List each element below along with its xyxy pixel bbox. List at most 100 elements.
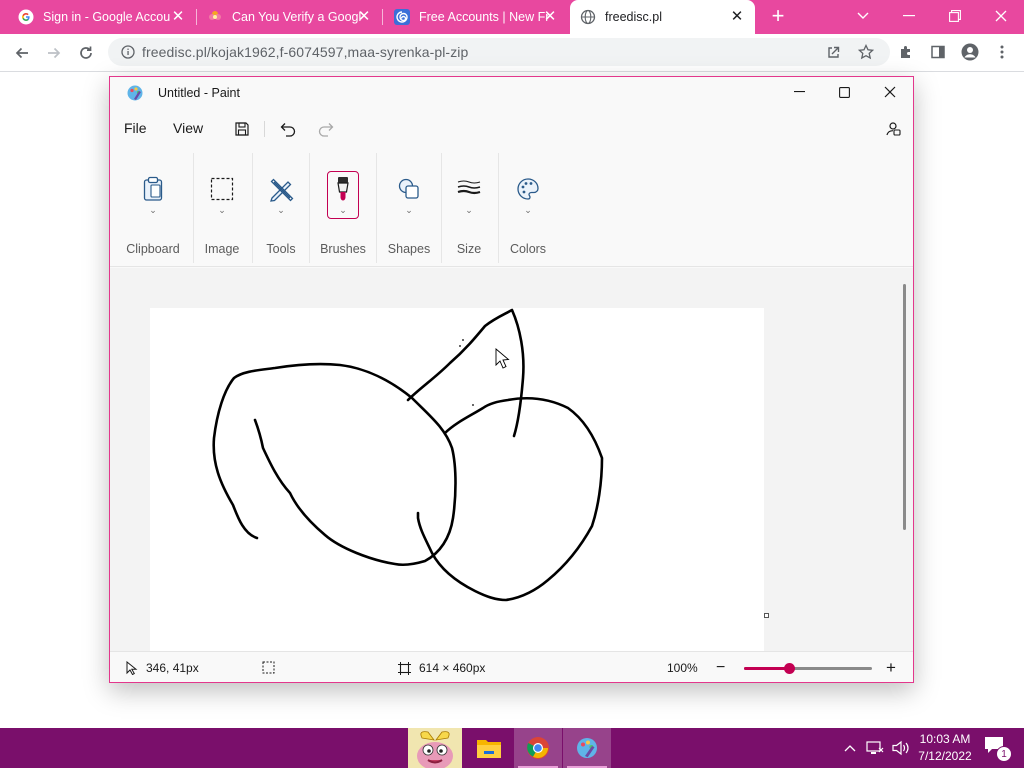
paint-ribbon: ⌄ Clipboard ⌄ Image ⌄ Tools ⌄ Brushes ⌄ … <box>110 149 913 267</box>
shapes-label: Shapes <box>387 242 431 256</box>
shapes-icon <box>393 173 425 205</box>
show-hidden-icons-chevron-icon[interactable] <box>844 728 856 768</box>
zoom-slider-thumb[interactable] <box>783 663 795 674</box>
minimize-icon[interactable] <box>776 77 822 107</box>
close-window-icon[interactable] <box>978 0 1024 32</box>
undo-icon[interactable] <box>277 119 297 139</box>
paint-app-icon <box>126 84 144 102</box>
pencil-eraser-icon <box>265 173 297 205</box>
reload-icon[interactable] <box>73 40 99 66</box>
selection-size-icon <box>262 661 275 674</box>
shapes-group[interactable]: ⌄ Shapes <box>377 149 441 267</box>
chevron-down-icon: ⌄ <box>465 205 473 215</box>
redo-icon[interactable] <box>317 119 337 139</box>
dot-mark <box>472 404 474 406</box>
paint-statusbar: 346, 41px 614 × 460px 100% − + <box>110 651 913 682</box>
forward-arrow-icon[interactable] <box>41 40 67 66</box>
tab-verify-google[interactable]: Can You Verify a Googl ✕ <box>197 0 382 34</box>
back-arrow-icon[interactable] <box>9 40 35 66</box>
globe-icon <box>580 9 596 25</box>
maximize-icon[interactable] <box>821 77 867 107</box>
brush-icon <box>327 173 359 205</box>
system-clock[interactable]: 10:03 AM 7/12/2022 <box>914 731 976 765</box>
menu-divider <box>264 121 265 137</box>
tab-freedisc[interactable]: freedisc.pl ✕ <box>570 0 755 34</box>
colors-group[interactable]: ⌄ Colors <box>499 149 557 267</box>
close-icon[interactable]: ✕ <box>356 9 372 25</box>
size-label: Size <box>456 242 482 256</box>
share-profile-icon[interactable] <box>883 119 903 139</box>
clipboard-label: Clipboard <box>126 242 180 256</box>
profile-avatar-icon[interactable] <box>958 40 982 64</box>
paint-titlebar[interactable]: Untitled - Paint <box>110 77 913 109</box>
new-tab-button[interactable]: + <box>766 5 790 29</box>
zoom-in-button[interactable]: + <box>886 658 896 678</box>
close-icon[interactable]: ✕ <box>729 9 745 25</box>
paint-app-icon <box>577 738 597 758</box>
notification-count-badge: 1 <box>996 746 1012 762</box>
mouse-cursor-icon <box>495 348 510 369</box>
clock-time: 10:03 AM <box>919 732 971 746</box>
taskbar-app-cartoon[interactable] <box>408 728 462 768</box>
image-group[interactable]: ⌄ Image <box>194 149 250 267</box>
bookmark-star-icon[interactable] <box>854 40 878 64</box>
drawing-canvas[interactable] <box>150 308 764 651</box>
size-group[interactable]: ⌄ Size <box>442 149 496 267</box>
file-menu[interactable]: File <box>124 120 147 136</box>
kebab-menu-icon[interactable] <box>990 40 1014 64</box>
taskbar-file-explorer[interactable] <box>465 728 513 768</box>
close-icon[interactable]: ✕ <box>170 9 186 25</box>
clipboard-icon <box>137 173 169 205</box>
share-icon[interactable] <box>822 40 846 64</box>
vertical-scrollbar[interactable] <box>903 284 906 530</box>
volume-icon[interactable] <box>892 728 910 768</box>
colors-label: Colors <box>509 242 547 256</box>
freehand-drawing <box>212 308 604 602</box>
zoom-percent-text: 100% <box>667 661 698 675</box>
canvas-size-text: 614 × 460px <box>419 661 486 675</box>
chevron-down-icon: ⌄ <box>277 205 285 215</box>
brushes-group[interactable]: ⌄ Brushes <box>310 149 376 267</box>
chevron-down-icon: ⌄ <box>339 205 347 215</box>
tab-title: freedisc.pl <box>605 10 662 24</box>
extensions-puzzle-icon[interactable] <box>894 40 918 64</box>
tab-search-chevron-icon[interactable] <box>840 0 886 32</box>
clipboard-group[interactable]: ⌄ Clipboard <box>120 149 186 267</box>
close-icon[interactable]: ✕ <box>542 9 558 25</box>
canvas-area <box>110 268 913 651</box>
canvas-size: 614 × 460px <box>398 661 485 675</box>
minimize-icon[interactable] <box>886 0 932 32</box>
tab-google-signin[interactable]: Sign in - Google Accou ✕ <box>8 0 196 34</box>
zoom-slider[interactable] <box>744 663 872 674</box>
google-icon <box>18 9 34 25</box>
zoom-out-button[interactable]: − <box>716 659 725 677</box>
site-info-icon[interactable] <box>120 44 136 60</box>
canvas-size-icon <box>398 661 411 675</box>
cursor-arrow-icon <box>126 661 138 675</box>
chrome-icon <box>527 737 549 759</box>
notification-center-icon[interactable]: 1 <box>984 736 1012 762</box>
side-panel-icon[interactable] <box>926 40 950 64</box>
zoom-percent[interactable]: 100% <box>667 661 698 675</box>
windows-taskbar: 10:03 AM 7/12/2022 1 <box>0 728 1024 768</box>
url-text: freedisc.pl/kojak1962,f-6074597,maa-syre… <box>142 44 469 60</box>
taskbar-chrome[interactable] <box>514 728 562 768</box>
close-icon[interactable] <box>867 77 913 107</box>
address-bar[interactable]: freedisc.pl/kojak1962,f-6074597,maa-syre… <box>108 38 890 66</box>
tab-free-accounts[interactable]: Free Accounts | New Fr ✕ <box>384 0 568 34</box>
restore-icon[interactable] <box>932 0 978 32</box>
taskbar-paint[interactable] <box>563 728 611 768</box>
zoom-slider-fill <box>744 667 789 670</box>
browser-toolbar: freedisc.pl/kojak1962,f-6074597,maa-syre… <box>0 34 1024 72</box>
network-icon[interactable] <box>866 728 884 768</box>
flower-icon <box>207 9 223 25</box>
tab-title: Sign in - Google Accou <box>43 10 171 24</box>
image-label: Image <box>204 242 240 256</box>
tools-group[interactable]: ⌄ Tools <box>253 149 309 267</box>
tab-title: Free Accounts | New Fr <box>419 10 550 24</box>
canvas-resize-handle[interactable] <box>764 613 769 618</box>
save-icon[interactable] <box>232 119 252 139</box>
chevron-down-icon: ⌄ <box>149 205 157 215</box>
dot-mark <box>459 345 461 347</box>
view-menu[interactable]: View <box>173 120 203 136</box>
